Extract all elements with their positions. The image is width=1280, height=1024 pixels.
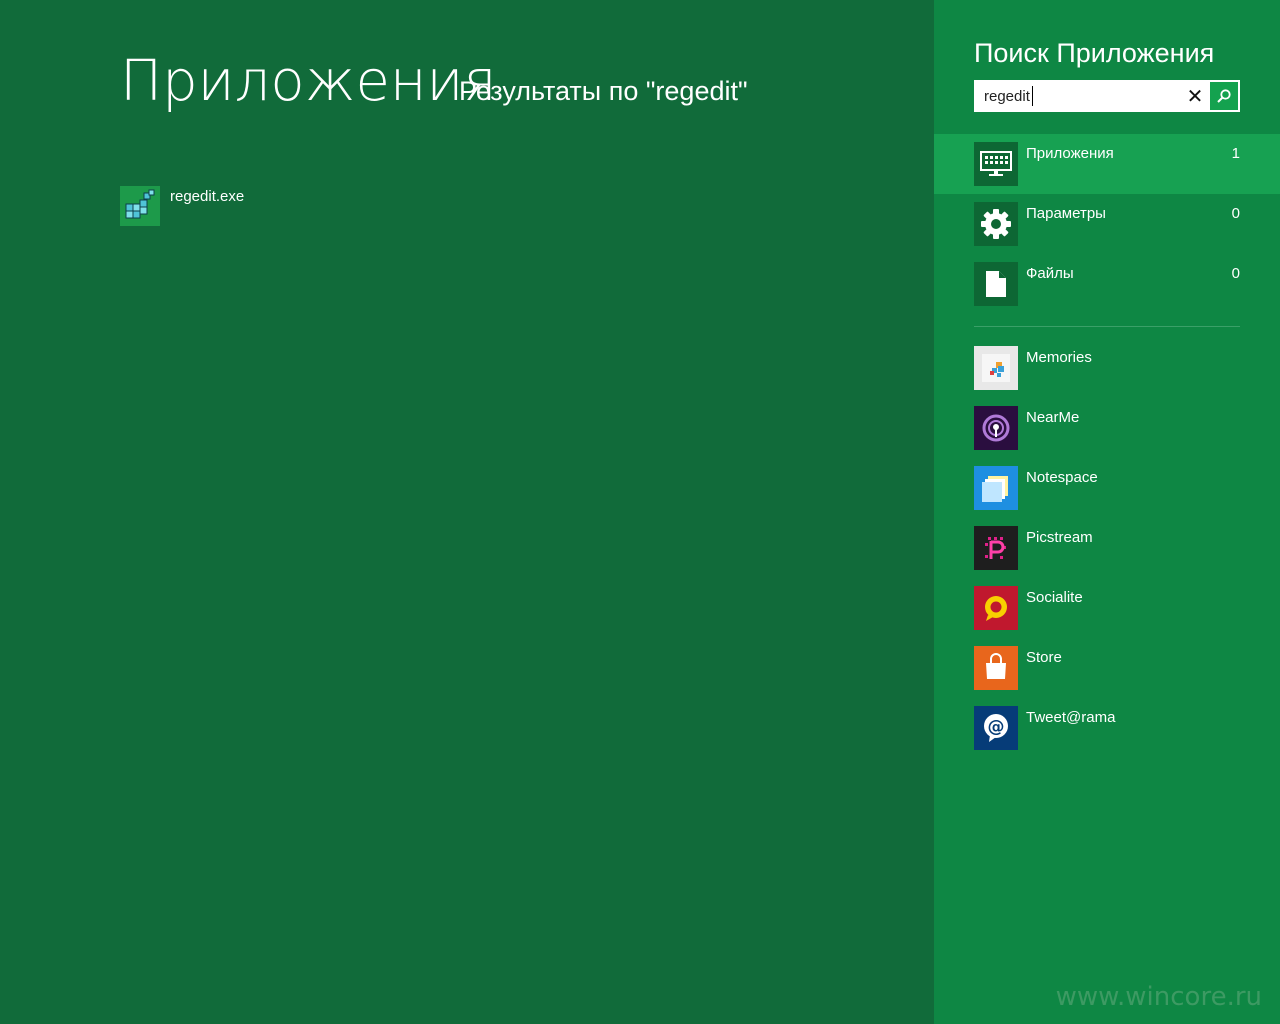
app-memories[interactable]: Memories xyxy=(974,346,1240,390)
pane-title: Поиск Приложения xyxy=(974,38,1215,68)
app-picstream[interactable]: Picstream xyxy=(974,526,1240,570)
memories-icon xyxy=(974,346,1018,390)
search-box: ✕ xyxy=(974,80,1240,112)
svg-text:@: @ xyxy=(988,717,1005,737)
app-nearme[interactable]: NearMe xyxy=(974,406,1240,450)
clear-search-button[interactable]: ✕ xyxy=(1181,80,1209,112)
app-socialite[interactable]: Socialite xyxy=(974,586,1240,630)
results-subtitle: Результаты по "regedit" xyxy=(459,76,748,106)
results-area: Приложения Результаты по "regedit" reged… xyxy=(0,0,934,1024)
watermark: www.wincore.ru xyxy=(1055,982,1262,1012)
scope-label: Файлы xyxy=(1026,265,1074,282)
scope-count: 0 xyxy=(1231,205,1240,222)
result-label: regedit.exe xyxy=(170,188,245,205)
document-icon xyxy=(974,262,1018,306)
scope-files[interactable]: Файлы 0 xyxy=(934,254,1280,314)
socialite-icon xyxy=(974,586,1018,630)
search-input[interactable] xyxy=(974,80,1179,112)
app-label: Notespace xyxy=(1026,469,1098,486)
app-label: NearMe xyxy=(1026,409,1080,426)
app-notespace[interactable]: Notespace xyxy=(974,466,1240,510)
notespace-icon xyxy=(974,466,1018,510)
search-icon xyxy=(1217,89,1231,103)
gear-icon xyxy=(974,202,1018,246)
app-label: Memories xyxy=(1026,349,1092,366)
app-label: Store xyxy=(1026,649,1062,666)
page-title: Приложения xyxy=(120,49,497,114)
app-label: Tweet@rama xyxy=(1026,709,1116,726)
close-icon: ✕ xyxy=(1186,85,1204,108)
nearme-icon xyxy=(974,406,1018,450)
app-label: Socialite xyxy=(1026,589,1083,606)
search-pane: Поиск Приложения ✕ Приложения xyxy=(934,0,1280,1024)
scope-count: 1 xyxy=(1231,145,1240,162)
divider xyxy=(974,326,1240,327)
regedit-icon xyxy=(120,186,160,226)
scope-settings[interactable]: Параметры 0 xyxy=(934,194,1280,254)
store-icon xyxy=(974,646,1018,690)
app-tweetarama[interactable]: @ Tweet@rama xyxy=(974,706,1240,750)
scope-apps[interactable]: Приложения 1 xyxy=(934,134,1280,194)
scope-label: Приложения xyxy=(1026,145,1114,162)
search-button[interactable] xyxy=(1210,82,1238,110)
text-caret xyxy=(1032,86,1033,106)
app-label: Picstream xyxy=(1026,529,1093,546)
app-store[interactable]: Store xyxy=(974,646,1240,690)
result-item-regedit[interactable]: regedit.exe xyxy=(120,186,380,226)
picstream-icon xyxy=(974,526,1018,570)
tweetarama-icon: @ xyxy=(974,706,1018,750)
monitor-icon xyxy=(974,142,1018,186)
scope-count: 0 xyxy=(1231,265,1240,282)
scope-label: Параметры xyxy=(1026,205,1106,222)
